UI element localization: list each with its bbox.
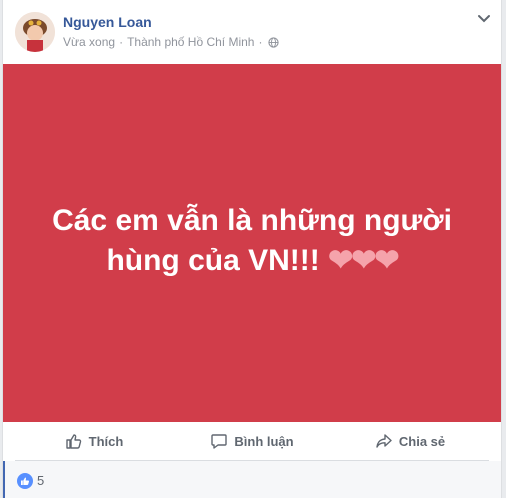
like-reaction-icon [17, 473, 33, 489]
post-card: Nguyen Loan Vừa xong · Thành phố Hồ Chí … [2, 0, 502, 498]
status-message: Các em vẫn là những người hùng của VN!!!… [32, 201, 472, 281]
post-time[interactable]: Vừa xong [63, 35, 115, 49]
status-banner: Các em vẫn là những người hùng của VN!!!… [3, 64, 501, 422]
post-header: Nguyen Loan Vừa xong · Thành phố Hồ Chí … [3, 0, 501, 64]
author-name[interactable]: Nguyen Loan [63, 14, 152, 30]
like-label: Thích [88, 433, 124, 449]
thumbs-up-icon [65, 434, 81, 449]
chevron-down-icon[interactable] [477, 12, 491, 26]
post-location[interactable]: Thành phố Hồ Chí Minh [127, 35, 254, 49]
profile-photo-icon [15, 12, 55, 52]
reactions-bar[interactable]: 5 [3, 461, 501, 498]
post-meta: Vừa xong · Thành phố Hồ Chí Minh · [63, 35, 280, 49]
thumbs-up-icon [21, 477, 30, 485]
status-emoji: ❤❤❤ [328, 244, 399, 277]
comment-label: Bình luận [234, 433, 294, 449]
share-arrow-icon [376, 434, 392, 448]
reaction-count[interactable]: 5 [37, 473, 44, 488]
comment-button[interactable]: Bình luận [173, 422, 331, 460]
share-label: Chia sẻ [398, 433, 446, 449]
meta-separator: · [119, 35, 124, 49]
avatar[interactable] [15, 12, 55, 52]
action-bar: Thích Bình luận Chia sẻ [15, 422, 489, 461]
globe-icon[interactable] [268, 36, 280, 48]
like-button[interactable]: Thích [15, 422, 173, 460]
speech-bubble-icon [211, 434, 228, 449]
meta-separator-2: · [258, 35, 263, 49]
share-button[interactable]: Chia sẻ [331, 422, 489, 460]
